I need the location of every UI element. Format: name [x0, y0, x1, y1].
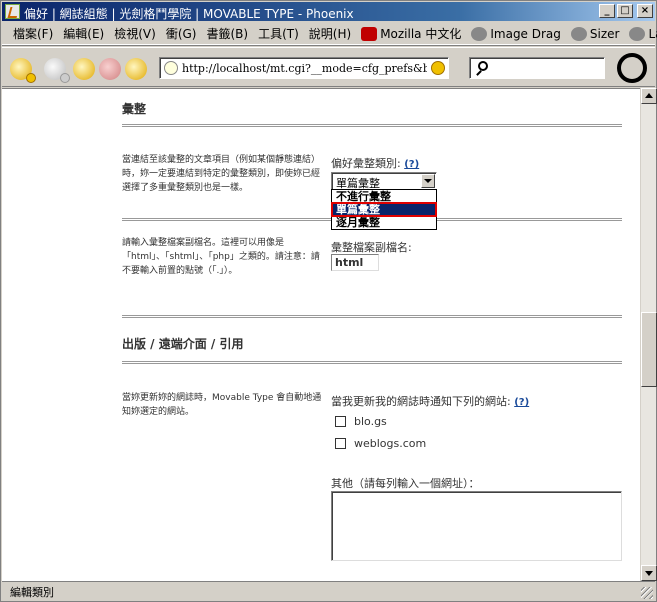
home-button[interactable] — [125, 58, 147, 80]
layout-button[interactable]: Layout — [624, 24, 657, 44]
page-content: 彙整 當連結至該彙整的文章項目（例如某個靜態連結）時，妳一定要連結到特定的彙整類… — [2, 88, 640, 581]
other-sites-textarea[interactable] — [331, 491, 622, 561]
archiving-heading: 彙整 — [122, 102, 147, 116]
url-bar[interactable] — [159, 57, 449, 79]
menu-tools[interactable]: 工具(T) — [253, 24, 304, 44]
section-divider — [122, 124, 622, 127]
preferred-archive-help-link[interactable]: (?) — [404, 159, 419, 170]
notify-blogs-checkbox-row[interactable]: blo.gs — [335, 415, 387, 428]
scroll-down-arrow-icon[interactable] — [641, 565, 657, 581]
blogs-checkbox[interactable] — [335, 416, 346, 427]
menu-bookmarks[interactable]: 書籤(B) — [201, 24, 253, 44]
back-dropdown-icon[interactable] — [26, 73, 36, 83]
menu-view[interactable]: 檢視(V) — [109, 24, 161, 44]
weblogs-checkbox[interactable] — [335, 438, 346, 449]
mozilla-chinese-button[interactable]: Mozilla 中文化 — [356, 24, 466, 44]
window-title: 偏好 | 網誌組態 | 光劍格鬥學院 | MOVABLE TYPE - Phoe… — [24, 7, 354, 21]
menu-file[interactable]: 檔案(F) — [8, 24, 58, 44]
section-divider — [122, 315, 622, 318]
other-sites-label: 其他（請每列輸入一個網址）： — [331, 477, 480, 490]
dropdown-option-selected[interactable]: 單篇彙整 — [331, 202, 437, 217]
notify-label: 當我更新我的網誌時通知下列的網站: (?) — [331, 393, 529, 409]
blogs-label: blo.gs — [354, 415, 387, 428]
image-drag-icon — [471, 26, 488, 41]
scrollbar-thumb[interactable] — [641, 312, 657, 387]
preferred-archive-select[interactable]: 單篇彙整 — [331, 172, 437, 190]
forward-dropdown-icon[interactable] — [60, 73, 70, 83]
search-icon — [478, 61, 488, 71]
notify-description: 當妳更新妳的網誌時，Movable Type 會自動地通知妳選定的網站。 — [122, 393, 322, 417]
navigation-toolbar — [2, 47, 655, 87]
archive-extension-description: 請輸入彙整檔案副檔名。這裡可以用像是「html」、「shtml」、「php」之類… — [122, 238, 320, 276]
section-divider — [122, 361, 622, 364]
reload-button[interactable] — [73, 58, 95, 80]
search-bar[interactable] — [469, 57, 605, 79]
notify-label-text: 當我更新我的網誌時通知下列的網站: — [331, 395, 511, 408]
notify-help-link[interactable]: (?) — [514, 397, 529, 408]
layout-label: Layout — [648, 26, 657, 41]
title-bar: 偏好 | 網誌組態 | 光劍格鬥學院 | MOVABLE TYPE - Phoe… — [2, 2, 655, 21]
scroll-up-arrow-icon[interactable] — [641, 88, 657, 104]
menu-bar: 檔案(F) 編輯(E) 檢視(V) 衝(G) 書籤(B) 工具(T) 說明(H)… — [2, 23, 657, 45]
preferred-archive-label: 偏好彙整類別: (?) — [331, 155, 419, 171]
weblogs-label: weblogs.com — [354, 437, 427, 450]
preferred-archive-dropdown: 不進行彙整 單篇彙整 逐月彙整 — [331, 189, 437, 230]
dinosaur-icon — [361, 26, 378, 41]
dropdown-option[interactable]: 不進行彙整 — [332, 190, 436, 203]
phoenix-app-icon — [5, 4, 20, 19]
notify-weblogs-checkbox-row[interactable]: weblogs.com — [335, 437, 426, 450]
minimize-button[interactable]: _ — [599, 4, 615, 18]
resize-grip-icon[interactable] — [641, 587, 653, 599]
stop-button[interactable] — [99, 58, 121, 80]
preferred-archive-label-text: 偏好彙整類別: — [331, 157, 401, 170]
url-history-dropdown-icon[interactable] — [431, 61, 445, 75]
chevron-down-icon[interactable] — [421, 174, 435, 188]
close-button[interactable]: × — [637, 4, 653, 18]
browser-window: 偏好 | 網誌組態 | 光劍格鬥學院 | MOVABLE TYPE - Phoe… — [0, 0, 657, 602]
menu-go[interactable]: 衝(G) — [161, 24, 202, 44]
forward-button[interactable] — [44, 58, 70, 83]
page-icon — [164, 61, 178, 75]
archive-extension-label: 彙整檔案副檔名: — [331, 241, 412, 254]
back-button[interactable] — [10, 58, 36, 83]
image-drag-label: Image Drag — [490, 26, 561, 41]
throbber-icon — [617, 53, 647, 83]
layout-icon — [629, 26, 646, 41]
status-text: 編輯類別 — [10, 586, 54, 599]
archive-extension-input[interactable] — [331, 254, 379, 271]
window-controls: _ □ × — [599, 4, 653, 18]
sizer-button[interactable]: Sizer — [566, 24, 625, 44]
sizer-icon — [570, 26, 587, 41]
menu-help[interactable]: 說明(H) — [304, 24, 356, 44]
image-drag-button[interactable]: Image Drag — [466, 24, 566, 44]
vertical-scrollbar[interactable] — [640, 88, 657, 581]
dropdown-option[interactable]: 逐月彙整 — [332, 216, 436, 229]
mozilla-chinese-label: Mozilla 中文化 — [380, 26, 462, 41]
status-bar: 編輯類別 — [2, 581, 655, 600]
maximize-button[interactable]: □ — [617, 4, 633, 18]
preferred-archive-description: 當連結至該彙整的文章項目（例如某個靜態連結）時，妳一定要連結到特定的彙整類別，即… — [122, 155, 321, 193]
menu-edit[interactable]: 編輯(E) — [58, 24, 109, 44]
publicity-heading: 出版 / 遠端介面 / 引用 — [122, 337, 244, 351]
url-input[interactable] — [182, 60, 427, 76]
sizer-label: Sizer — [589, 26, 620, 41]
